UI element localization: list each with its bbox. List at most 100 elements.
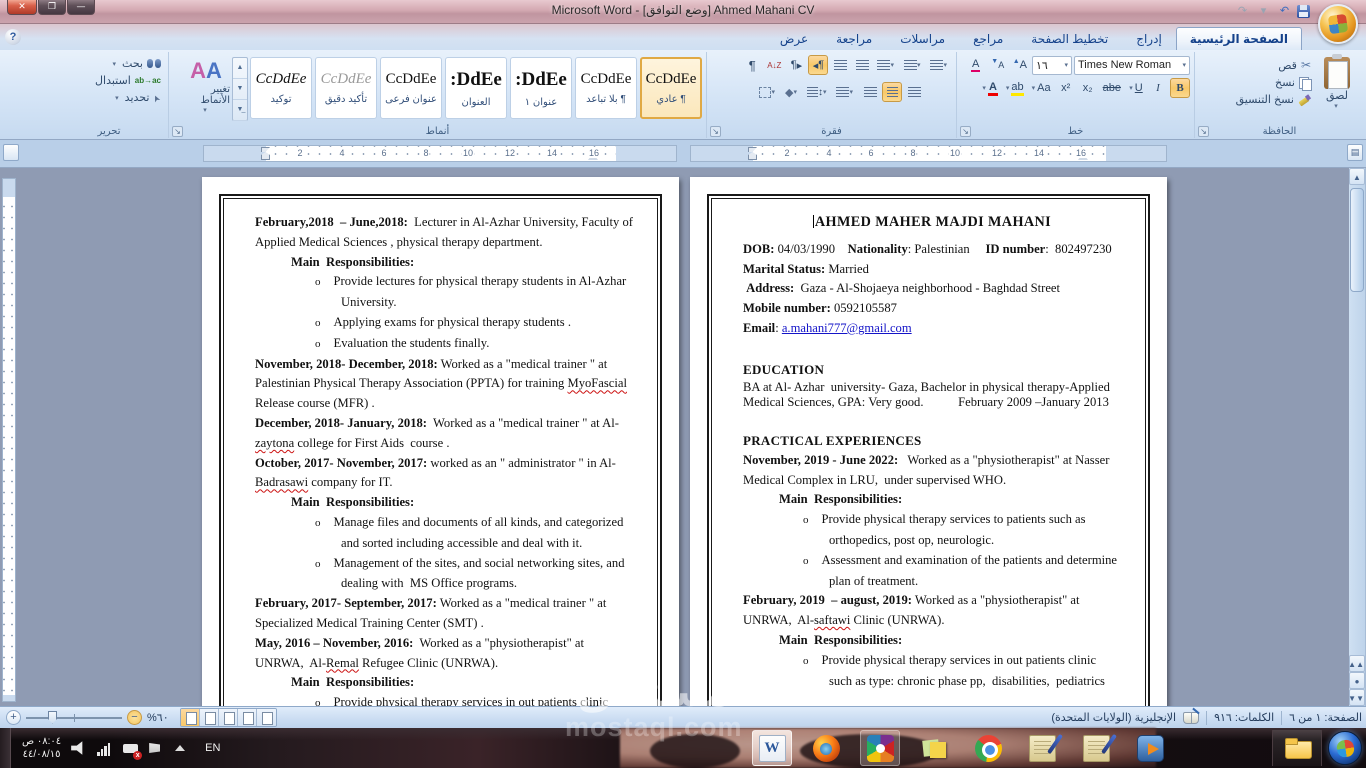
ribbon-tab[interactable]: مراجع [959,27,1017,50]
shrink-font-button[interactable]: A ▼ [988,55,1008,75]
style-item[interactable]: CcDdEe ¶ عادي [640,57,702,119]
scroll-up-icon[interactable]: ▲ [1349,168,1365,185]
previous-page-icon[interactable]: ▲▲ [1348,655,1365,672]
select-browse-object-icon[interactable]: ● [1349,672,1365,689]
font-color-button[interactable]: A ▾ [979,78,1000,98]
styles-more-icon[interactable]: ▼̲ [233,100,247,121]
qat-dropdown-icon[interactable]: ▾ [1255,3,1272,19]
ribbon-tab[interactable]: مراجعة [822,27,886,50]
fullscreen-view-icon[interactable] [199,709,219,726]
web-layout-view-icon[interactable] [218,709,238,726]
outline-view-icon[interactable] [237,709,257,726]
zoom-out-icon[interactable]: − [127,710,142,725]
multilevel-list-button[interactable]: ▾ [874,55,899,75]
style-item[interactable]: CcDdEe عنوان فرعى [380,57,442,119]
indent-marker[interactable] [748,147,757,160]
language-indicator[interactable]: الإنجليزية (الولايات المتحدة) [1051,711,1176,724]
show-desktop-button[interactable] [0,728,11,768]
align-left-button[interactable] [860,82,880,102]
help-icon[interactable]: ? [5,29,21,45]
clear-formatting-button[interactable]: A [966,55,986,75]
highlight-button[interactable]: ab ▾ [1003,78,1027,98]
word-count[interactable]: الكلمات: ٩١٦ [1214,711,1274,724]
page-indicator[interactable]: الصفحة: ١ من ٦ [1289,711,1362,724]
taskbar-app-sticky[interactable] [914,730,954,766]
print-layout-view-icon[interactable] [180,709,200,726]
battery-icon[interactable] [123,740,139,756]
horizontal-ruler-left[interactable]: 2 4 6 8 10 12 14 16 [203,145,677,162]
next-page-icon[interactable]: ▼▼ [1348,689,1365,706]
redo-icon[interactable]: ↷ [1234,3,1251,19]
align-center-button[interactable] [882,82,902,102]
sort-button[interactable]: A↓Z [764,55,784,75]
action-center-flag-icon[interactable] [149,740,165,756]
bullets-button[interactable]: ▾ [901,55,926,75]
numbering-button[interactable]: ▾ [927,55,952,75]
style-item[interactable]: :DdEe عنوان ١ [510,57,572,119]
draft-view-icon[interactable] [256,709,276,726]
scrollbar-thumb[interactable] [1350,188,1364,292]
copy-button[interactable]: نسخ [1233,75,1314,91]
taskbar-app-explorer[interactable] [1277,730,1317,766]
zoom-slider-thumb[interactable] [48,710,57,724]
style-item[interactable]: CcDdEe توكيد [250,57,312,119]
find-button[interactable]: بحث ▾ [110,55,164,72]
bold-button[interactable]: B [1170,78,1190,98]
taskbar-app-picasa[interactable] [860,730,900,766]
email-link[interactable]: a.mahani777@gmail.com [782,321,912,335]
style-item[interactable]: CcDdEe ¶ بلا تباعد [575,57,637,119]
italic-button[interactable]: I [1148,78,1168,98]
ltr-direction-button[interactable]: ▸ ¶ [786,55,806,75]
justify-button[interactable]: ▾ [833,82,858,102]
change-case-button[interactable]: Aa ▾ [1029,78,1054,98]
document-page-1[interactable]: AHMED MAHER MAJDI MAHANI DOB: 04/03/1990 … [690,177,1167,706]
strikethrough-button[interactable]: abe [1100,78,1124,98]
save-icon[interactable] [1297,3,1314,19]
subscript-button[interactable]: x₂ [1078,78,1098,98]
styles-scroll-down-icon[interactable]: ▼ [233,79,247,100]
ribbon-tab[interactable]: إدراج [1122,27,1176,50]
keyboard-language-indicator[interactable]: EN [201,742,224,754]
vertical-ruler[interactable] [2,178,16,702]
format-painter-button[interactable]: نسخ التنسيق [1233,92,1314,107]
taskbar-app-journal[interactable] [1076,730,1116,766]
view-ruler-toggle[interactable]: ▤ [1347,144,1363,161]
taskbar-app-chrome[interactable] [968,730,1008,766]
ribbon-tab[interactable]: عرض [766,27,822,50]
taskbar-clock[interactable]: ٠٨:٠٤ ص ٤٤/٠٨/١٥ [22,735,61,761]
align-right-button[interactable] [904,82,924,102]
zoom-slider[interactable] [26,710,122,724]
shading-button[interactable]: ▾ ◆ [782,82,802,102]
select-button[interactable]: تحديد▾ [112,89,164,106]
underline-button[interactable]: U ▾ [1126,78,1146,98]
network-signal-icon[interactable] [97,740,113,756]
undo-icon[interactable]: ↶ [1276,3,1293,19]
decrease-indent-button[interactable] [852,55,872,75]
style-item[interactable]: CcDdEe تأكيد دقيق [315,57,377,119]
taskbar-app-journal[interactable] [1022,730,1062,766]
office-button[interactable] [1318,4,1358,44]
zoom-level[interactable]: %٦٠ [147,711,169,724]
show-paragraph-marks-button[interactable]: ¶ [742,55,762,75]
tray-expand-icon[interactable] [175,740,191,756]
ribbon-tab[interactable]: مراسلات [886,27,959,50]
tab-selector[interactable] [3,144,19,161]
taskbar-app-firefox[interactable] [806,730,846,766]
line-spacing-button[interactable]: ▾ ↕ [804,82,832,102]
page-content[interactable]: February,2018 – June,2018: Lecturer in A… [255,213,633,706]
replace-button[interactable]: ab→ac استبدال [92,72,164,89]
page-content[interactable]: AHMED MAHER MAJDI MAHANI DOB: 04/03/1990 … [743,213,1121,691]
font-size-select[interactable]: ١٦ ▾ [1032,55,1072,75]
ribbon-tab[interactable]: تخطيط الصفحة [1017,27,1122,50]
document-page-2[interactable]: February,2018 – June,2018: Lecturer in A… [202,177,679,706]
rtl-direction-button[interactable]: ¶ ◂ [808,55,829,75]
styles-scroll-up-icon[interactable]: ▲ [233,58,247,79]
start-button[interactable] [1328,731,1362,765]
cut-button[interactable]: قص [1233,57,1314,73]
horizontal-ruler-right[interactable]: 2 4 6 8 10 12 14 16 [690,145,1167,162]
borders-button[interactable]: ▾ [756,82,780,102]
ribbon-tab[interactable]: الصفحة الرئيسية [1175,27,1302,50]
taskbar-app-media[interactable] [1130,730,1170,766]
grow-font-button[interactable]: A ▲ [1010,55,1030,75]
zoom-in-icon[interactable]: + [6,710,21,725]
